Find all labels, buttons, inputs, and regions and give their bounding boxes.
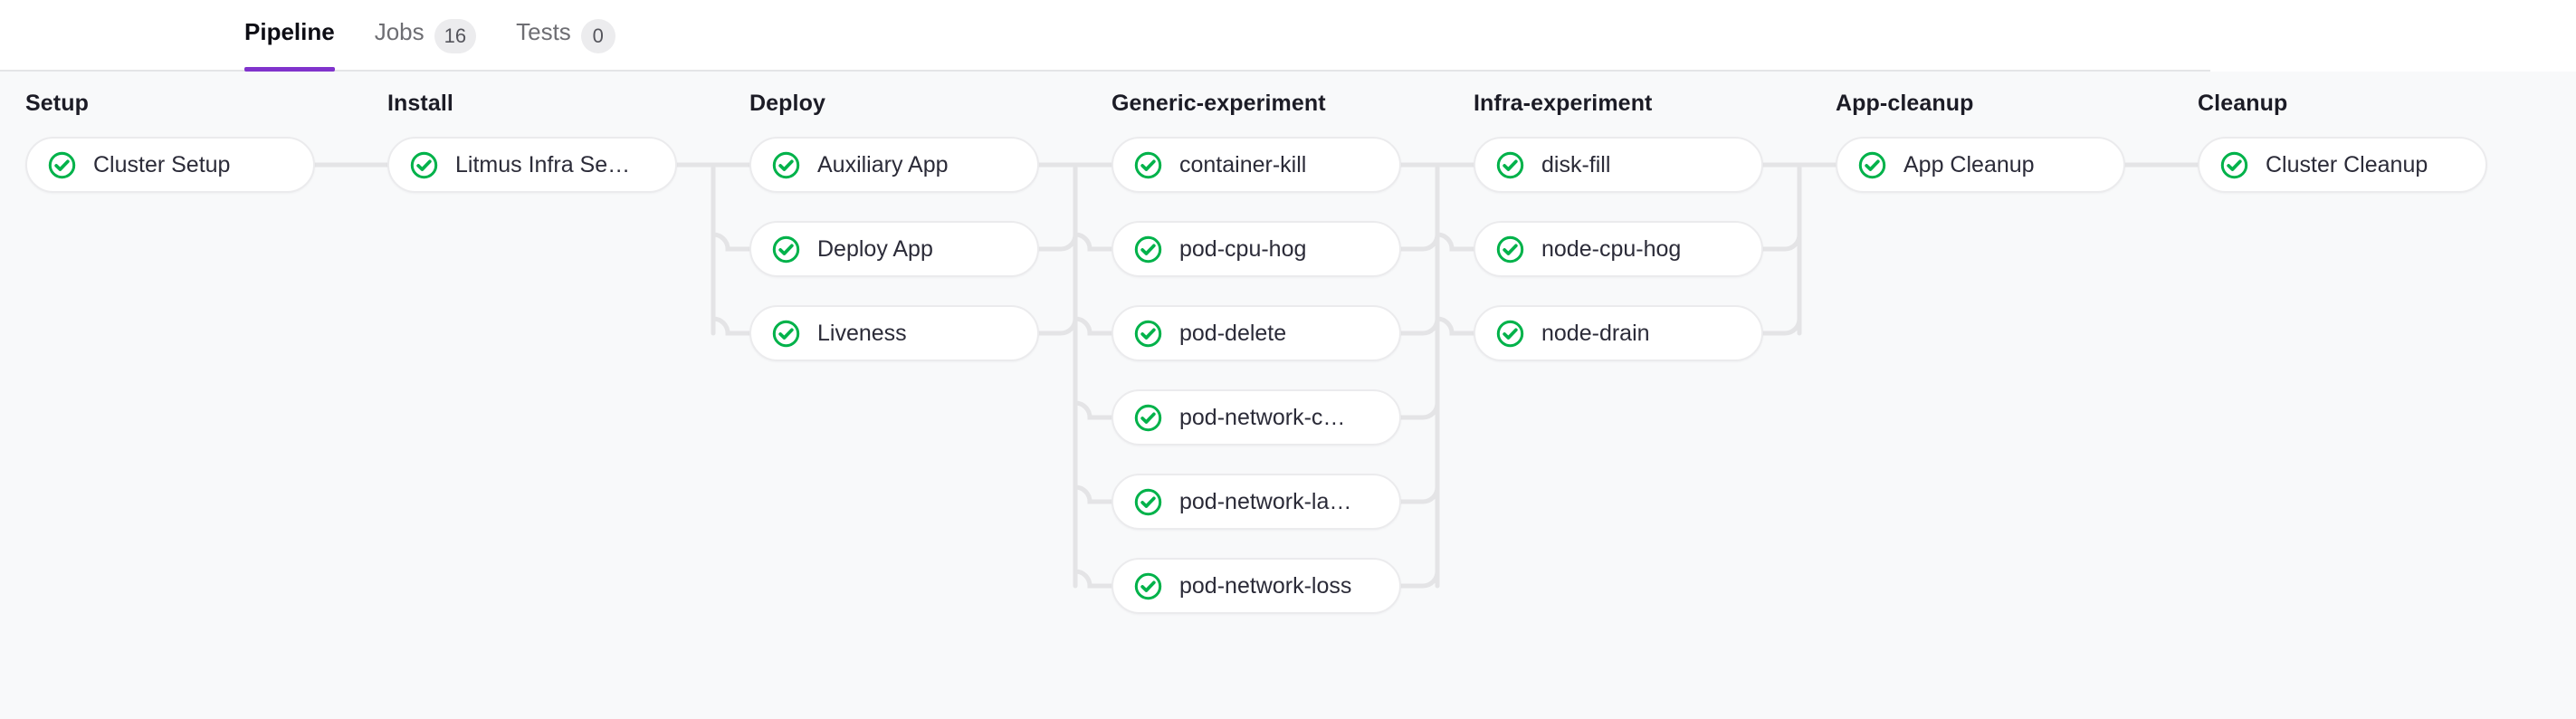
tab-label: Tests — [516, 18, 571, 45]
pipeline-node[interactable]: pod-network-la… — [1111, 474, 1401, 530]
check-circle-icon — [1134, 404, 1162, 431]
pipeline-node[interactable]: node-drain — [1474, 305, 1763, 361]
stage-title: Infra-experiment — [1474, 91, 1653, 116]
pipeline-node[interactable]: Litmus Infra Se… — [387, 137, 677, 193]
check-circle-icon — [1134, 572, 1162, 599]
pipeline-canvas[interactable]: Setup Cluster Setup Install Litmus Infra Se… — [0, 72, 2576, 719]
pipeline-node[interactable]: Auxiliary App — [749, 137, 1039, 193]
pipeline-edge — [1398, 569, 1440, 589]
pipeline-node[interactable]: Liveness — [749, 305, 1039, 361]
pipeline-node[interactable]: pod-cpu-hog — [1111, 221, 1401, 277]
stage-node-list: Cluster Cleanup — [2198, 137, 2487, 221]
tab-tests[interactable]: Tests 0 — [516, 0, 632, 72]
pipeline-edge — [1073, 569, 1114, 589]
stage-node-list: container-kill pod-cpu-hog pod-delete pod-n… — [1111, 137, 1401, 642]
stage-node-list: Auxiliary App Deploy App Liveness — [749, 137, 1039, 389]
stage-title: Cleanup — [2198, 91, 2288, 116]
pipeline-edge — [1398, 400, 1440, 420]
pipeline-node-label: App Cleanup — [1903, 153, 2035, 177]
pipeline-edge — [1073, 484, 1114, 504]
pipeline-node-label: node-cpu-hog — [1541, 237, 1682, 261]
pipeline-edge — [1760, 316, 1802, 336]
pipeline-node-label: pod-cpu-hog — [1179, 237, 1307, 261]
pipeline-edge — [1073, 316, 1114, 336]
pipeline-node-label: Liveness — [817, 321, 907, 345]
check-circle-icon — [772, 320, 800, 347]
tab-pipeline[interactable]: Pipeline — [244, 0, 351, 72]
pipeline-tab-bar: Pipeline Jobs 16 Tests 0 — [0, 0, 2576, 72]
pipeline-node[interactable]: pod-network-loss — [1111, 558, 1401, 614]
pipeline-node[interactable]: pod-delete — [1111, 305, 1401, 361]
pipeline-node[interactable]: App Cleanup — [1836, 137, 2125, 193]
stage-node-list: Litmus Infra Se… — [387, 137, 677, 221]
pipeline-node-label: node-drain — [1541, 321, 1650, 345]
check-circle-icon — [1134, 235, 1162, 263]
pipeline-node-label: pod-delete — [1179, 321, 1287, 345]
check-circle-icon — [1858, 151, 1886, 178]
tab-jobs[interactable]: Jobs 16 — [375, 0, 492, 72]
stage-node-list: disk-fill node-cpu-hog node-drain — [1474, 137, 1763, 389]
check-circle-icon — [1496, 151, 1524, 178]
check-circle-icon — [772, 235, 800, 263]
pipeline-node-label: Cluster Cleanup — [2266, 153, 2428, 177]
stage-node-list: Cluster Setup — [25, 137, 315, 221]
stage-title: Install — [387, 91, 453, 116]
pipeline-node-label: Litmus Infra Se… — [455, 153, 631, 177]
pipeline-node-label: pod-network-c… — [1179, 406, 1346, 429]
pipeline-node-label: container-kill — [1179, 153, 1307, 177]
pipeline-node[interactable]: Cluster Setup — [25, 137, 315, 193]
tab-label: Pipeline — [244, 18, 335, 45]
pipeline-node[interactable]: Cluster Cleanup — [2198, 137, 2487, 193]
pipeline-edge — [1398, 232, 1440, 252]
check-circle-icon — [1134, 320, 1162, 347]
pipeline-node-label: disk-fill — [1541, 153, 1611, 177]
pipeline-edge — [1036, 316, 1078, 336]
pipeline-edge — [1398, 316, 1440, 336]
check-circle-icon — [1496, 320, 1524, 347]
pipeline-edge — [1435, 316, 1476, 336]
check-circle-icon — [1134, 151, 1162, 178]
stage-title: Setup — [25, 91, 89, 116]
check-circle-icon — [48, 151, 76, 178]
pipeline-edge — [1398, 484, 1440, 504]
pipeline-edge — [1073, 400, 1114, 420]
pipeline-node-label: pod-network-loss — [1179, 574, 1352, 598]
pipeline-edge — [1036, 232, 1078, 252]
pipeline-node[interactable]: pod-network-c… — [1111, 389, 1401, 446]
pipeline-node[interactable]: node-cpu-hog — [1474, 221, 1763, 277]
stage-title: Generic-experiment — [1111, 91, 1326, 116]
check-circle-icon — [772, 151, 800, 178]
check-circle-icon — [1496, 235, 1524, 263]
pipeline-node-label: Deploy App — [817, 237, 933, 261]
pipeline-edge — [1435, 232, 1476, 252]
pipeline-node[interactable]: disk-fill — [1474, 137, 1763, 193]
stage-title: Deploy — [749, 91, 825, 116]
stage-title: App-cleanup — [1836, 91, 1974, 116]
pipeline-edge — [711, 232, 752, 252]
check-circle-icon — [1134, 488, 1162, 515]
pipeline-node[interactable]: Deploy App — [749, 221, 1039, 277]
check-circle-icon — [410, 151, 438, 178]
pipeline-node[interactable]: container-kill — [1111, 137, 1401, 193]
pipeline-node-label: pod-network-la… — [1179, 490, 1352, 513]
pipeline-node-label: Cluster Setup — [93, 153, 231, 177]
tab-count-badge: 0 — [580, 19, 615, 53]
stage-node-list: App Cleanup — [1836, 137, 2125, 221]
pipeline-edge — [1760, 232, 1802, 252]
tab-count-badge: 16 — [434, 19, 477, 53]
pipeline-edge — [711, 316, 752, 336]
check-circle-icon — [2220, 151, 2248, 178]
pipeline-edge — [1073, 232, 1114, 252]
pipeline-node-label: Auxiliary App — [817, 153, 949, 177]
tab-label: Jobs — [374, 18, 425, 45]
